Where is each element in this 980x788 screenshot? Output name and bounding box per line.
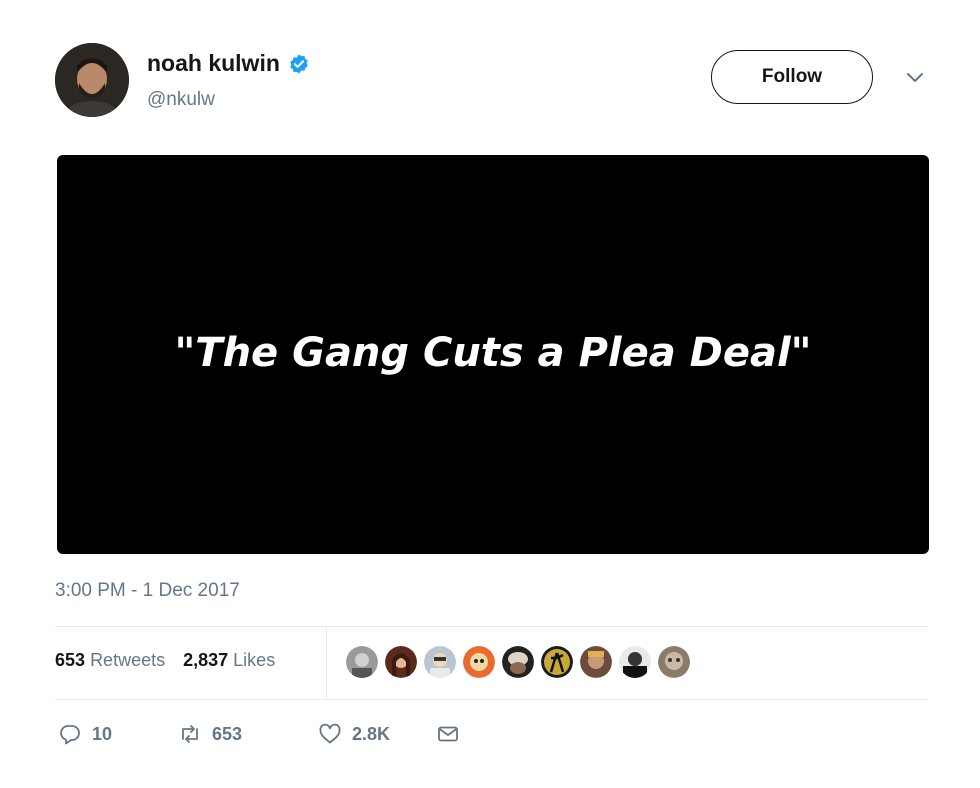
author-avatar-image bbox=[55, 43, 129, 117]
chevron-down-icon[interactable] bbox=[905, 70, 925, 84]
liker-avatar[interactable] bbox=[578, 644, 614, 680]
stats-separator bbox=[326, 626, 327, 699]
reply-icon bbox=[60, 725, 80, 745]
liker-avatar[interactable] bbox=[539, 644, 575, 680]
liker-avatars bbox=[344, 644, 695, 680]
divider-top bbox=[55, 626, 928, 627]
author-display-name[interactable]: noah kulwin bbox=[147, 50, 280, 77]
likes-stat-label: Likes bbox=[233, 650, 276, 670]
retweets-stat-count: 653 bbox=[55, 650, 86, 670]
liker-avatar[interactable] bbox=[656, 644, 692, 680]
retweet-action[interactable]: 653 bbox=[178, 722, 318, 746]
engagement-stats: 653 Retweets 2,837 Likes bbox=[55, 650, 275, 671]
liker-avatar[interactable] bbox=[461, 644, 497, 680]
retweet-icon bbox=[182, 725, 198, 743]
like-icon bbox=[319, 723, 341, 744]
retweet-count: 653 bbox=[212, 723, 243, 744]
liker-avatar[interactable] bbox=[422, 644, 458, 680]
direct-message-icon bbox=[438, 726, 458, 742]
likes-stat-count: 2,837 bbox=[183, 650, 229, 670]
tweet-actions: 10 653 2.8K bbox=[58, 722, 460, 746]
direct-message-action[interactable] bbox=[436, 722, 460, 746]
author-avatar[interactable] bbox=[55, 43, 129, 117]
retweets-stat-label: Retweets bbox=[90, 650, 166, 670]
author-handle[interactable]: @nkulw bbox=[147, 89, 215, 111]
liker-avatar[interactable] bbox=[344, 644, 380, 680]
like-action[interactable]: 2.8K bbox=[318, 722, 436, 746]
reply-action[interactable]: 10 bbox=[58, 722, 178, 746]
divider-bottom bbox=[55, 699, 928, 700]
liker-avatar[interactable] bbox=[617, 644, 653, 680]
verified-badge-icon bbox=[290, 53, 308, 74]
liker-avatar[interactable] bbox=[500, 644, 536, 680]
follow-button[interactable]: Follow bbox=[711, 50, 873, 104]
liker-avatar[interactable] bbox=[383, 644, 419, 680]
tweet-media[interactable]: "The Gang Cuts a Plea Deal" bbox=[57, 155, 929, 554]
author-name-row[interactable]: noah kulwin bbox=[147, 50, 310, 77]
tweet-timestamp[interactable]: 3:00 PM - 1 Dec 2017 bbox=[55, 580, 240, 602]
retweets-stat[interactable]: 653 Retweets bbox=[55, 650, 165, 671]
media-caption-text: "The Gang Cuts a Plea Deal" bbox=[174, 329, 812, 376]
like-count: 2.8K bbox=[352, 723, 391, 744]
reply-count: 10 bbox=[92, 723, 113, 744]
likes-stat[interactable]: 2,837 Likes bbox=[183, 650, 275, 671]
